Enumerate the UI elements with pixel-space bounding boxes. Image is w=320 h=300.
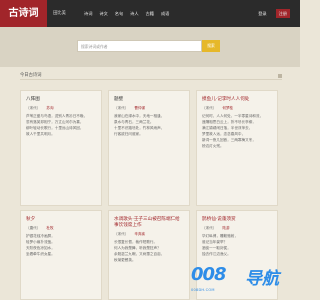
poem-meta: 〔唐代〕 杜牧 <box>26 226 96 231</box>
search-button[interactable]: 搜索 <box>202 40 220 52</box>
poem-title[interactable]: 题壁 <box>114 96 184 102</box>
poem-author[interactable]: 何梦桂 <box>222 106 233 110</box>
poem-title[interactable]: 水调歌头·壬子三山被召陈端仁给事饮饯席上作 <box>114 216 184 228</box>
nav-item-poems[interactable]: 诗词 <box>84 0 92 27</box>
site-logo[interactable]: 古诗词 <box>0 0 47 27</box>
site-slogan: 田比美 <box>53 11 66 16</box>
poem-card[interactable]: 摸鱼儿·记李时人人何处 〔宋代〕 何梦桂 记何时，人人何处，一半零星诗和流， 遥隔… <box>196 90 278 206</box>
poem-meta: 〔宋代〕 陆游 <box>202 226 272 231</box>
poem-dynasty: 〔宋代〕 <box>114 232 129 236</box>
poem-card[interactable]: 题壁 〔宋代〕 曹仲谋 我家山在绿水中，天地一相逢， 泉水与青石，三两兰花。 十里… <box>108 90 190 206</box>
nav-item-prose[interactable]: 诗文 <box>99 0 107 27</box>
poem-body: 记何时，人人何处，一半零星诗和流， 遥隔相思白云上，折不尽长亭柳， 满江锦绣闲日… <box>202 113 272 149</box>
nav-item-classics[interactable]: 古籍 <box>146 0 154 27</box>
poem-author[interactable]: 陆游 <box>222 226 229 230</box>
watermark: 008 导航 008DH.COM <box>185 262 300 300</box>
nav-item-quotes[interactable]: 名句 <box>115 0 123 27</box>
poem-author[interactable]: 辛弃疾 <box>134 232 145 236</box>
poem-dynasty: 〔唐代〕 <box>26 226 41 230</box>
poem-card[interactable]: 水调歌头·壬子三山被召陈端仁给事饮饯席上作 〔宋代〕 辛弃疾 长恨复长恨，裁作短歌… <box>108 210 190 300</box>
poem-dynasty: 〔宋代〕 <box>202 106 217 110</box>
poem-line: 独去作江边渔父。 <box>202 252 231 256</box>
top-navbar: 古诗词 田比美 诗词 诗文 名句 诗人 古籍 成语 登录 注册 <box>0 0 300 27</box>
poem-line: 桥边灯火残。 <box>202 144 224 148</box>
poem-line: 秋菊更餐英。 <box>114 258 136 262</box>
poem-dynasty: 〔宋代〕 <box>114 106 129 110</box>
poem-title[interactable]: 秋夕 <box>26 216 96 222</box>
poem-title[interactable]: 摸鱼儿·记李时人人何处 <box>202 96 272 102</box>
poem-meta: 〔宋代〕 苏洵 <box>26 106 96 111</box>
poem-dynasty: 〔宋代〕 <box>202 226 217 230</box>
poem-line: 故人千里共明月。 <box>26 132 55 136</box>
poem-body: 我家山在绿水中，天地一相逢， 泉水与青石，三两兰花。 十里不识路尽处，竹林风雨声… <box>114 113 184 137</box>
register-button[interactable]: 注册 <box>275 9 290 18</box>
search-area: 搜索诗词或作者 搜索 <box>0 27 300 67</box>
auth-links: 登录 注册 <box>258 0 290 27</box>
poem-card[interactable]: 八阵图 〔宋代〕 苏洵 芦苇正盛与鸟语，送别人青衫日不晚， 忽有落英却相宁，万丈山… <box>20 90 102 206</box>
poem-title[interactable]: 鹊桥仙·说蓬须赏 <box>202 216 272 222</box>
poem-author[interactable]: 曹仲谋 <box>134 106 145 110</box>
nav-item-poets[interactable]: 诗人 <box>130 0 138 27</box>
nav-item-idioms[interactable]: 成语 <box>161 0 169 27</box>
main-nav: 诗词 诗文 名句 诗人 古籍 成语 <box>84 0 169 27</box>
section-title: 今日古诗词 <box>20 73 42 78</box>
poem-meta: 〔宋代〕 曹仲谋 <box>114 106 184 111</box>
login-link[interactable]: 登录 <box>258 0 266 27</box>
poem-card[interactable]: 秋夕 〔唐代〕 杜牧 护银花烛冷画屏， 轻罗小扇扑流萤。 天阶夜色凉如水， 坐看牵… <box>20 210 102 300</box>
poem-title[interactable]: 八阵图 <box>26 96 96 102</box>
poem-author[interactable]: 杜牧 <box>46 226 53 230</box>
poem-meta: 〔宋代〕 辛弃疾 <box>114 232 184 237</box>
poem-meta: 〔宋代〕 何梦桂 <box>202 106 272 111</box>
watermark-number: 008 <box>191 264 227 285</box>
poem-author[interactable]: 苏洵 <box>46 106 53 110</box>
poem-body: 华灯纵博，雕鞍驰射， 谁记当年豪举？ 酒徒一一取封侯， 独去作江边渔父。 <box>202 233 272 257</box>
poem-body: 芦苇正盛与鸟语，送别人青衫日不晚， 忽有落英却相宁，万丈山河尔为喜， 柳叶轻动长… <box>26 113 96 137</box>
watermark-text: 导航 <box>245 269 279 289</box>
poem-body: 护银花烛冷画屏， 轻罗小扇扑流萤。 天阶夜色凉如水， 坐看牵牛织女星。 <box>26 233 96 257</box>
more-icon[interactable] <box>278 74 282 78</box>
search-input[interactable]: 搜索诗词或作者 <box>77 40 202 52</box>
poem-body: 长恨复长恨，裁作短歌行。 何人为我楚舞，听我楚狂声？ 余既滋兰九畹，又树蕙之百亩… <box>114 239 184 263</box>
poem-dynasty: 〔宋代〕 <box>26 106 41 110</box>
watermark-url: 008DH.COM <box>191 288 215 292</box>
poem-line: 坐看牵牛织女星。 <box>26 252 55 256</box>
section-header: 今日古诗词 <box>20 72 282 80</box>
poem-line: 行客欲归问谁家。 <box>114 132 143 136</box>
